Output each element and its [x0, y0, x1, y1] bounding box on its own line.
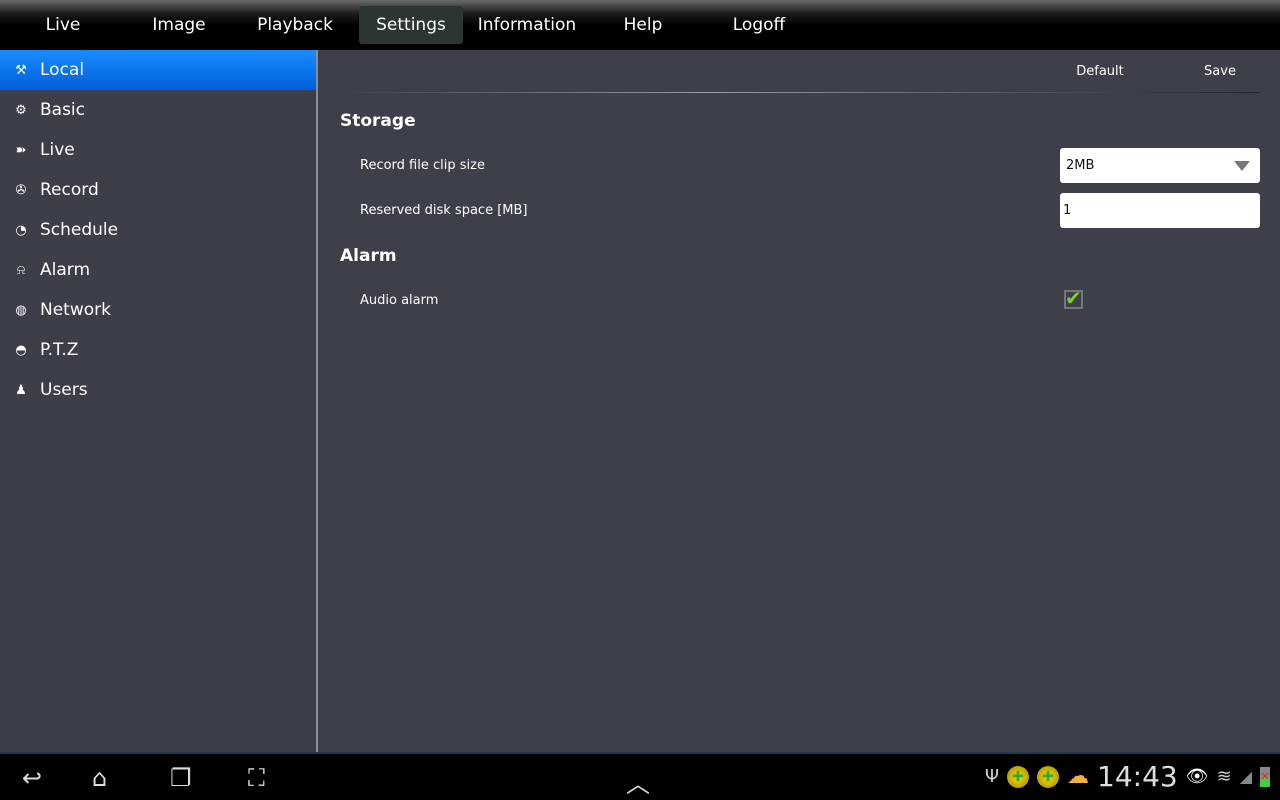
- film-reel-icon: ✇: [15, 182, 27, 198]
- sidebar-item-network[interactable]: ◍ Network: [0, 290, 316, 330]
- signal-icon: ◢: [1239, 767, 1252, 786]
- tab-logoff[interactable]: Logoff: [707, 6, 811, 44]
- sidebar-item-users[interactable]: ♟ Users: [0, 370, 316, 410]
- clip-size-value: 2MB: [1066, 158, 1095, 173]
- camera-icon: ➽: [15, 142, 27, 158]
- battery-icon: ✕: [1260, 766, 1270, 787]
- tab-image[interactable]: Image: [127, 6, 231, 44]
- chevron-up-icon[interactable]: ︿: [626, 764, 650, 799]
- back-icon[interactable]: ↩: [22, 764, 42, 792]
- status-area: Ψ ✚ ✚ ☁ 14:43 👁 ≋ ◢ ✕: [985, 760, 1270, 793]
- tab-help[interactable]: Help: [591, 6, 695, 44]
- top-nav: Live Image Playback Settings Information…: [0, 0, 1280, 50]
- section-alarm-title: Alarm: [340, 246, 397, 266]
- settings-panel: Default Save Storage Record file clip si…: [320, 50, 1280, 752]
- dropdown-arrow-icon: [1234, 161, 1250, 171]
- tab-information[interactable]: Information: [475, 6, 579, 44]
- usb-icon: Ψ: [984, 766, 1000, 787]
- sidebar-item-label: Network: [40, 300, 111, 320]
- screenshot-icon[interactable]: ⛶: [248, 764, 265, 792]
- clock-icon: ◔: [15, 222, 27, 238]
- sidebar-item-label: P.T.Z: [40, 340, 79, 360]
- tools-icon: ⚒: [15, 62, 27, 78]
- sidebar-item-label: Basic: [40, 100, 86, 120]
- sidebar-item-alarm[interactable]: ⍾ Alarm: [0, 250, 316, 290]
- recent-apps-icon[interactable]: ❐: [170, 764, 192, 792]
- dome-camera-icon: ◓: [15, 342, 27, 358]
- gear-icon: ⚙: [15, 102, 27, 118]
- sidebar-item-label: Alarm: [40, 260, 91, 280]
- default-button[interactable]: Default: [1040, 64, 1160, 79]
- sidebar-item-basic[interactable]: ⚙ Basic: [0, 90, 316, 130]
- clock: 14:43: [1097, 760, 1178, 793]
- home-icon[interactable]: ⌂: [92, 764, 107, 792]
- sidebar-item-live[interactable]: ➽ Live: [0, 130, 316, 170]
- reserved-disk-input[interactable]: [1060, 193, 1260, 228]
- sidebar-item-label: Users: [40, 380, 88, 400]
- wifi-icon: ≋: [1216, 766, 1232, 787]
- checkmark-icon: ✔: [1065, 286, 1082, 310]
- sidebar-item-ptz[interactable]: ◓ P.T.Z: [0, 330, 316, 370]
- clip-size-select[interactable]: 2MB: [1060, 148, 1260, 183]
- clip-size-label: Record file clip size: [360, 158, 485, 173]
- system-navbar: ↩ ⌂ ❐ ⛶ ︿ Ψ ✚ ✚ ☁ 14:43 👁 ≋ ◢ ✕: [0, 752, 1280, 800]
- app-update-icon: ✚: [1037, 765, 1060, 788]
- audio-alarm-label: Audio alarm: [360, 293, 439, 308]
- sidebar-item-record[interactable]: ✇ Record: [0, 170, 316, 210]
- sidebar-item-local[interactable]: ⚒ Local: [0, 50, 316, 90]
- tab-playback[interactable]: Playback: [243, 6, 347, 44]
- weather-icon: ☁: [1067, 764, 1090, 789]
- sidebar-item-label: Schedule: [40, 220, 119, 240]
- sidebar-item-label: Live: [40, 140, 75, 160]
- alarm-icon: ⍾: [16, 262, 26, 278]
- section-storage-title: Storage: [340, 111, 416, 131]
- sidebar-item-schedule[interactable]: ◔ Schedule: [0, 210, 316, 250]
- app-notification-icon: ✚: [1007, 765, 1030, 788]
- save-button[interactable]: Save: [1160, 64, 1280, 79]
- sidebar: ⚒ Local ⚙ Basic ➽ Live ✇ Record ◔ Schedule ⍾ A…: [0, 50, 318, 752]
- sidebar-item-label: Record: [40, 180, 99, 200]
- audio-alarm-checkbox[interactable]: ✔: [1064, 286, 1083, 310]
- reserved-disk-label: Reserved disk space [MB]: [360, 203, 528, 218]
- user-icon: ♟: [15, 382, 27, 398]
- globe-icon: ◍: [15, 302, 27, 318]
- sidebar-item-label: Local: [40, 60, 85, 80]
- tab-live[interactable]: Live: [11, 6, 115, 44]
- eye-icon: 👁: [1185, 766, 1209, 787]
- divider: [340, 92, 1260, 93]
- tab-settings[interactable]: Settings: [359, 6, 463, 44]
